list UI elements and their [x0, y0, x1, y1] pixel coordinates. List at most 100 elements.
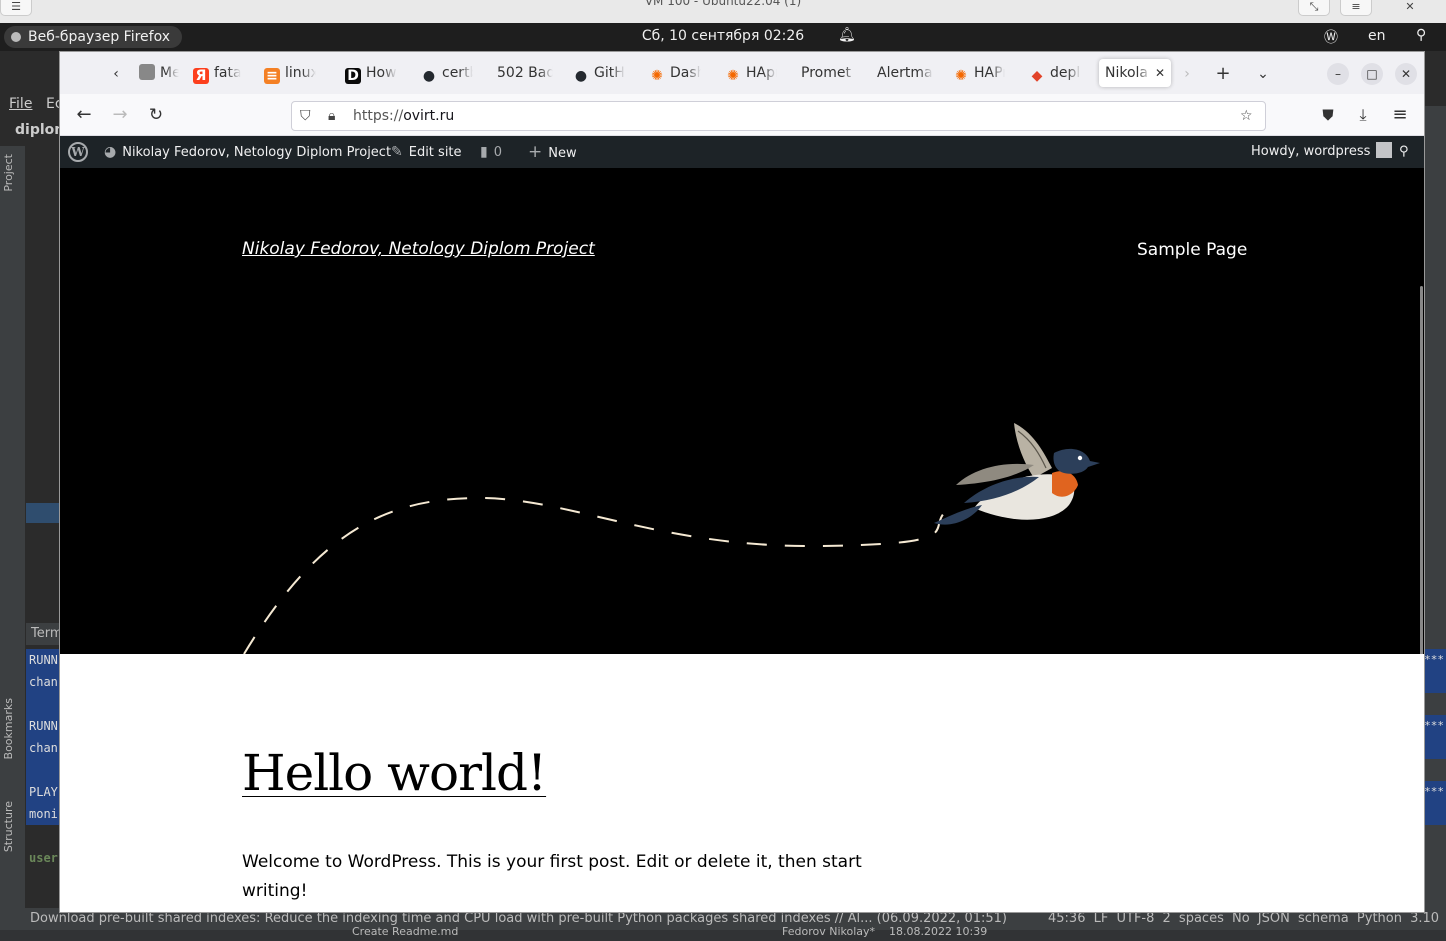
tab-label-fade [611, 59, 625, 87]
close-tab-icon[interactable]: ✕ [1155, 59, 1165, 87]
wp-account-menu[interactable]: Howdy, wordpress [1251, 136, 1393, 168]
browser-tab[interactable]: 502 Bad [497, 59, 553, 87]
terminal-line-end [1424, 737, 1446, 759]
browser-tab[interactable]: Alertma [877, 59, 933, 87]
terminal-line: PLAY [26, 781, 60, 803]
wp-site-menu[interactable]: ◕ Nikolay Fedorov, Netology Diplom Projec… [104, 136, 391, 169]
search-icon[interactable]: ⚲ [1399, 136, 1409, 168]
keyboard-language[interactable]: en [1368, 28, 1386, 44]
github-icon: ● [422, 68, 436, 84]
comment-icon: ▮ [480, 144, 488, 160]
commit-meta: Fedorov Nikolay* 18.08.2022 10:39 [782, 925, 988, 938]
lock-icon[interactable]: 🔒︎ [328, 108, 335, 124]
terminal-line: chan [26, 671, 60, 693]
tab-scroll-left-icon[interactable]: ‹ [106, 64, 126, 84]
tracking-shield-icon[interactable]: ⛉ [300, 108, 311, 124]
tab-label-fade [991, 59, 1005, 87]
downloads-icon[interactable]: ⤓ [1351, 104, 1375, 126]
clock[interactable]: Сб, 10 сентября 02:26 [0, 28, 1446, 44]
terminal-line-end: *** [1424, 781, 1446, 803]
comments-count: 0 [493, 145, 502, 160]
browser-tab[interactable]: D How [345, 59, 397, 87]
firefox-window: ‹ Mess Яfatal ≡linux DHow ●certb 502 Bad ●GitH… [60, 52, 1424, 912]
list-all-tabs-icon[interactable]: ⌄ [1253, 64, 1273, 84]
tab-label-fade [539, 59, 553, 87]
reload-button[interactable]: ↻ [144, 104, 168, 126]
wp-site-name: Nikolay Fedorov, Netology Diplom Project [122, 145, 392, 160]
post-title-link[interactable]: Hello world! [242, 744, 547, 802]
site-header: Nikolay Fedorov, Netology Diplom Project… [60, 168, 1424, 654]
wp-admin-bar: W ◕ Nikolay Fedorov, Netology Diplom Proj… [60, 136, 1424, 168]
dashboard-icon: ◕ [104, 144, 117, 160]
ide-menu-file[interactable]: File [9, 96, 32, 112]
ide-terminal-tab[interactable]: Term [26, 623, 63, 645]
browser-tab[interactable]: Mess [139, 59, 179, 87]
url-host: ovirt.ru [403, 108, 455, 124]
tab-label-fade [1137, 59, 1151, 87]
terminal-line: RUNN [26, 649, 60, 671]
github-icon: ● [574, 68, 588, 84]
terminal-line-end [1424, 803, 1446, 825]
page-scrollbar[interactable] [1420, 286, 1423, 654]
browser-tab[interactable]: ✺Dash [649, 59, 701, 87]
browser-tab[interactable]: ✺HApr [725, 59, 777, 87]
bookmark-star-icon[interactable]: ☆ [1240, 108, 1253, 124]
close-window-button[interactable]: ✕ [1395, 63, 1417, 85]
vm-fullscreen-button[interactable]: ⤡ [1298, 0, 1330, 16]
tray-app-icon[interactable]: Ⓦ [1324, 27, 1338, 47]
minimize-button[interactable]: – [1327, 63, 1349, 85]
browser-tab[interactable]: ◆ depl [1029, 59, 1081, 87]
power-menu-icon[interactable]: ⚲ [1416, 27, 1426, 43]
vm-title-bar: ☰ VM 100 - Ubuntu22.04 (1) ⤡ ≡ ✕ [0, 0, 1446, 23]
terminal-line-blank [26, 759, 60, 781]
edit-site-label: Edit site [408, 145, 462, 160]
terminal-line: moni [26, 803, 60, 825]
browser-tab[interactable]: ● GitH [573, 59, 625, 87]
ide-git-log-row: Create Readme.md Fedorov Nikolay* 18.08.… [0, 925, 1446, 941]
terminal-line-end [1424, 671, 1446, 693]
tab-active[interactable]: Nikola ✕ [1099, 59, 1171, 87]
vm-close-button[interactable]: ✕ [1394, 0, 1426, 16]
cursor-position[interactable]: 45:36 [1048, 911, 1085, 926]
tab-label-fade [227, 59, 241, 87]
new-tab-button[interactable]: + [1213, 64, 1233, 84]
commit-message[interactable]: Create Readme.md [352, 926, 458, 937]
browser-tab[interactable]: Promet [801, 59, 857, 87]
python-interpreter[interactable]: Python 3.10 [1357, 911, 1439, 926]
line-separator[interactable]: LF [1094, 911, 1109, 926]
indent-setting[interactable]: 2 spaces [1163, 911, 1224, 926]
tab-label-fade [843, 59, 857, 87]
system-top-panel: Веб-браузер Firefox Сб, 10 сентября 02:2… [0, 23, 1446, 51]
maximize-button[interactable]: □ [1361, 63, 1383, 85]
commit-date: 18.08.2022 10:39 [889, 925, 988, 938]
tab-label-fade [1067, 59, 1081, 87]
tab-scroll-right-icon[interactable]: › [1177, 64, 1197, 84]
terminal-line-end: *** [1424, 649, 1446, 671]
post-body: Welcome to WordPress. This is your first… [242, 852, 862, 901]
url-bar[interactable]: ⛉ 🔒︎ https://ovirt.ru ☆ [291, 101, 1266, 131]
wp-edit-site[interactable]: ✎ Edit site [391, 136, 462, 169]
tab-label-fade [919, 59, 933, 87]
tab-structure[interactable]: Structure [2, 801, 15, 852]
browser-tab[interactable]: ●certb [421, 59, 473, 87]
back-button[interactable]: ← [72, 104, 96, 126]
terminal-line: RUNN [26, 715, 60, 737]
dev-icon: D [345, 68, 361, 84]
app-menu-icon[interactable]: ≡ [1388, 104, 1412, 126]
browser-tab[interactable]: Яfatal [193, 59, 241, 87]
forward-button[interactable]: → [108, 104, 132, 126]
ide-left-tool-strip: Project Bookmarks Structure [0, 146, 26, 916]
pocket-icon[interactable]: ⛊ [1316, 104, 1340, 126]
vm-options-button[interactable]: ≡ [1340, 0, 1372, 16]
tab-project[interactable]: Project [2, 154, 15, 192]
browser-tab[interactable]: ≡ linux [264, 59, 316, 87]
json-schema[interactable]: No JSON schema [1232, 911, 1349, 926]
wordpress-logo-icon[interactable]: W [68, 142, 88, 162]
new-label: New [548, 146, 577, 161]
url-text[interactable]: https://ovirt.ru [353, 108, 454, 124]
tab-bookmarks[interactable]: Bookmarks [2, 698, 15, 759]
browser-tab[interactable]: ✺ HAPr [953, 59, 1005, 87]
wp-comments[interactable]: ▮ 0 [480, 136, 502, 169]
wp-new[interactable]: + New [528, 136, 577, 170]
file-encoding[interactable]: UTF-8 [1116, 911, 1154, 926]
